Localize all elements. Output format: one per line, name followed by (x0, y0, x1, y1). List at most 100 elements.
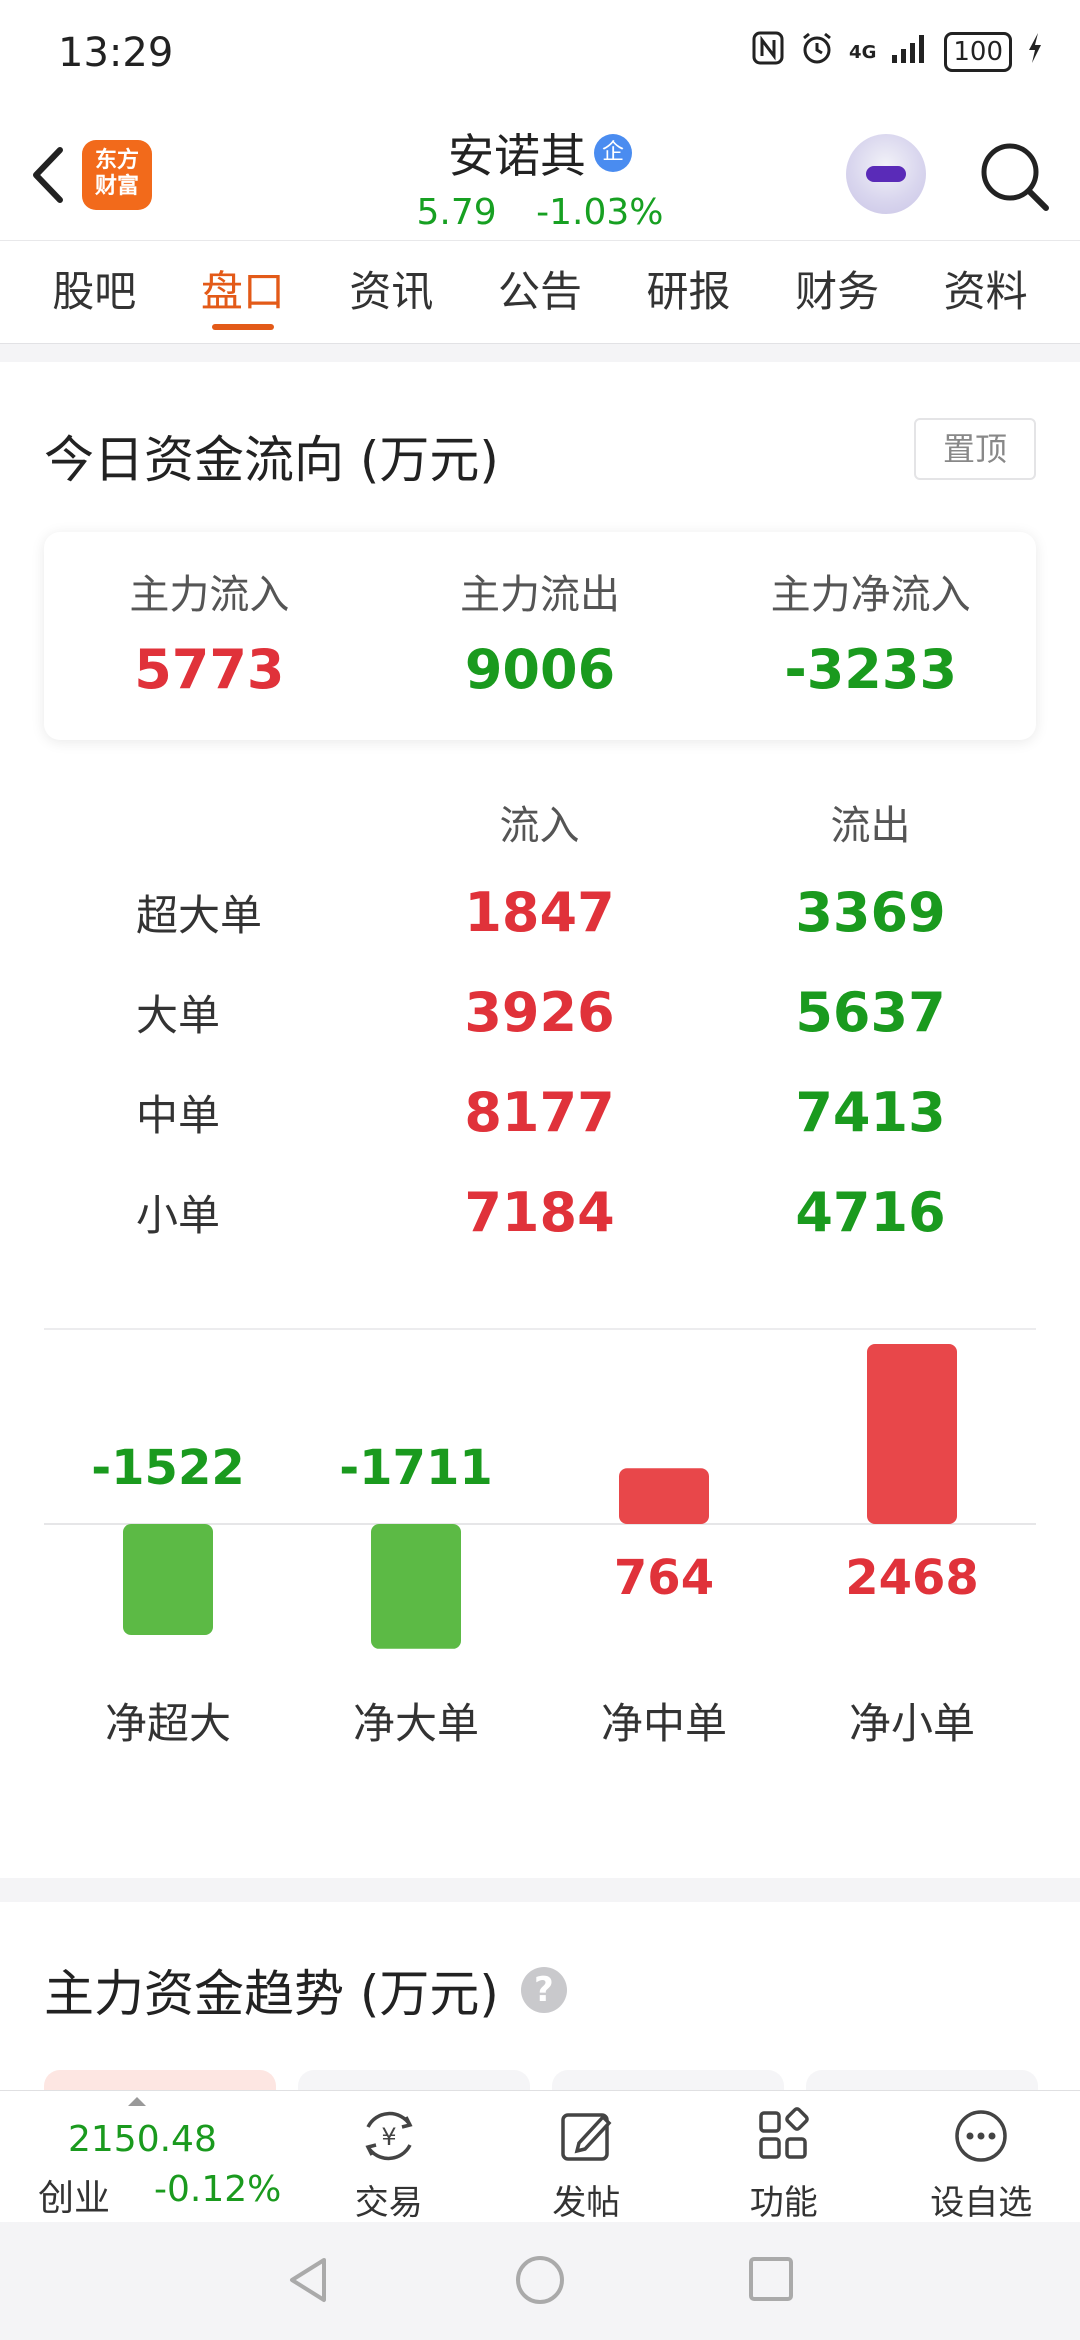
chart-bar-1 (371, 1524, 461, 1649)
home-circle-icon[interactable] (514, 2254, 566, 2306)
network-label: 4G (849, 41, 877, 63)
summary-value: 9006 (464, 638, 616, 701)
tab-research[interactable]: 研报 (647, 240, 731, 344)
function-icon (759, 2107, 809, 2159)
more-icon (955, 2110, 1007, 2162)
search-icon (981, 143, 1049, 211)
row-name: 小单 (136, 1190, 221, 1240)
row-inflow: 8177 (464, 1080, 615, 1144)
enterprise-badge-icon: 企 (594, 134, 632, 172)
index-value: 2150.48 (68, 2119, 217, 2160)
tab-finance[interactable]: 财务 (795, 240, 879, 344)
table-header: 流入 流出 (44, 782, 1036, 862)
index-name: 创业 (38, 2178, 111, 2219)
stock-name: 安诺其 (448, 129, 586, 183)
svg-text:¥: ¥ (381, 2123, 396, 2151)
tab-bar: 股吧 盘口 资讯 公告 研报 财务 资料 (0, 240, 1080, 344)
stock-change: -1.03% (536, 192, 664, 233)
chart-value-label-3: 2468 (845, 1550, 979, 1606)
row-name: 中单 (136, 1090, 221, 1140)
recents-square-icon[interactable] (746, 2254, 796, 2306)
stock-price: 5.79 (416, 192, 497, 233)
app-header: 东方 财富 安诺其 企 5.79 -1.03% (0, 110, 1080, 240)
nav-label: 设自选 (930, 2183, 1033, 2223)
fund-flow-card: 今日资金流向 (万元) 置顶 主力流入 5773 主力流出 9006 主力净流入… (0, 362, 1080, 1878)
row-inflow: 1847 (464, 880, 615, 944)
row-name: 大单 (136, 990, 221, 1040)
trend-title: 主力资金趋势 (万元) (44, 1965, 499, 2023)
alarm-icon (799, 30, 835, 74)
chart-bar-3 (867, 1344, 957, 1524)
summary-outflow: 主力流出 9006 (375, 532, 706, 740)
index-ticker[interactable]: 2150.48 创业 -0.12% (0, 2091, 290, 2222)
header-outflow: 流出 (830, 803, 911, 849)
back-triangle-icon[interactable] (284, 2254, 334, 2306)
pin-to-top-button[interactable]: 置顶 (914, 418, 1036, 480)
order-size-table: 流入 流出 超大单 1847 3369 大单 3926 5637 中单 8177… (44, 782, 1036, 1262)
system-navigation (0, 2222, 1080, 2340)
fund-flow-title: 今日资金流向 (万元) (44, 431, 499, 489)
nfc-icon (751, 30, 785, 74)
main-force-summary: 主力流入 5773 主力流出 9006 主力净流入 -3233 (44, 532, 1036, 740)
tab-announcements[interactable]: 公告 (498, 240, 582, 344)
table-row: 超大单 1847 3369 (44, 862, 1036, 962)
post-icon (561, 2113, 612, 2161)
row-outflow: 7413 (795, 1080, 946, 1144)
index-change: -0.12% (154, 2169, 282, 2210)
chart-bar-0 (123, 1524, 213, 1636)
nav-post[interactable]: 发帖 (488, 2091, 686, 2223)
row-inflow: 7184 (464, 1180, 615, 1244)
header-inflow: 流入 (499, 803, 580, 849)
tab-news[interactable]: 资讯 (349, 240, 433, 344)
signal-icon (890, 31, 930, 73)
row-outflow: 4716 (795, 1180, 946, 1244)
status-icons: 4G 100 (751, 30, 1044, 74)
nav-label: 交易 (354, 2183, 423, 2223)
tab-profile[interactable]: 资料 (944, 240, 1028, 344)
stock-quote: 5.79 -1.03% (0, 192, 1080, 233)
row-outflow: 3369 (795, 880, 946, 944)
status-time: 13:29 (58, 30, 174, 76)
table-row: 小单 7184 4716 (44, 1162, 1036, 1262)
battery-indicator: 100 (944, 32, 1012, 72)
nav-trade[interactable]: ¥ 交易 (290, 2091, 488, 2223)
row-name: 超大单 (136, 890, 263, 940)
tab-guba[interactable]: 股吧 (52, 240, 136, 344)
nav-label: 功能 (749, 2183, 818, 2223)
chart-value-label-0: -1522 (91, 1440, 245, 1496)
trade-icon: ¥ (365, 2111, 413, 2161)
chart-category-label-2: 净中单 (601, 1699, 727, 1748)
help-icon[interactable]: ? (520, 1967, 567, 2013)
net-flow-chart: -1522 净超大 -1711 净大单 764 净中单 2468 净小单 (44, 1330, 1036, 1770)
trend-title-row: 主力资金趋势 (万元) ? (44, 1954, 567, 2026)
summary-net-inflow: 主力净流入 -3233 (705, 532, 1036, 740)
expand-caret-icon (128, 2097, 146, 2106)
chart-category-label-1: 净大单 (353, 1699, 479, 1748)
summary-inflow: 主力流入 5773 (44, 532, 375, 740)
status-bar: 13:29 4G 100 (0, 0, 1080, 110)
summary-value: -3233 (784, 638, 958, 701)
nav-add-watchlist[interactable]: 设自选 (883, 2091, 1080, 2223)
trend-section: 主力资金趋势 (万元) ? (0, 1902, 1080, 2110)
chart-bar-2 (619, 1468, 709, 1524)
nav-function[interactable]: 功能 (685, 2091, 883, 2223)
chart-category-label-3: 净小单 (849, 1699, 975, 1748)
search-button[interactable] (976, 138, 1052, 214)
row-outflow: 5637 (795, 980, 946, 1044)
net-flow-bars: -1522 净超大 -1711 净大单 764 净中单 2468 净小单 (44, 1344, 1036, 1748)
tab-pankou[interactable]: 盘口 (201, 240, 285, 344)
nav-label: 发帖 (552, 2183, 621, 2223)
charging-icon (1026, 31, 1044, 73)
chart-category-label-0: 净超大 (105, 1699, 231, 1748)
summary-label: 主力流入 (129, 572, 290, 618)
table-row: 大单 3926 5637 (44, 962, 1036, 1062)
summary-label: 主力净流入 (770, 572, 971, 618)
row-inflow: 3926 (464, 980, 615, 1044)
assistant-robot-icon[interactable] (846, 134, 926, 214)
bottom-toolbar: 2150.48 创业 -0.12% ¥ 交易 发帖 功能 设自选 (0, 2090, 1080, 2223)
chart-value-label-2: 764 (614, 1550, 714, 1606)
chart-value-label-1: -1711 (339, 1440, 493, 1496)
summary-value: 5773 (134, 638, 285, 701)
summary-label: 主力流出 (460, 572, 620, 618)
table-row: 中单 8177 7413 (44, 1062, 1036, 1162)
